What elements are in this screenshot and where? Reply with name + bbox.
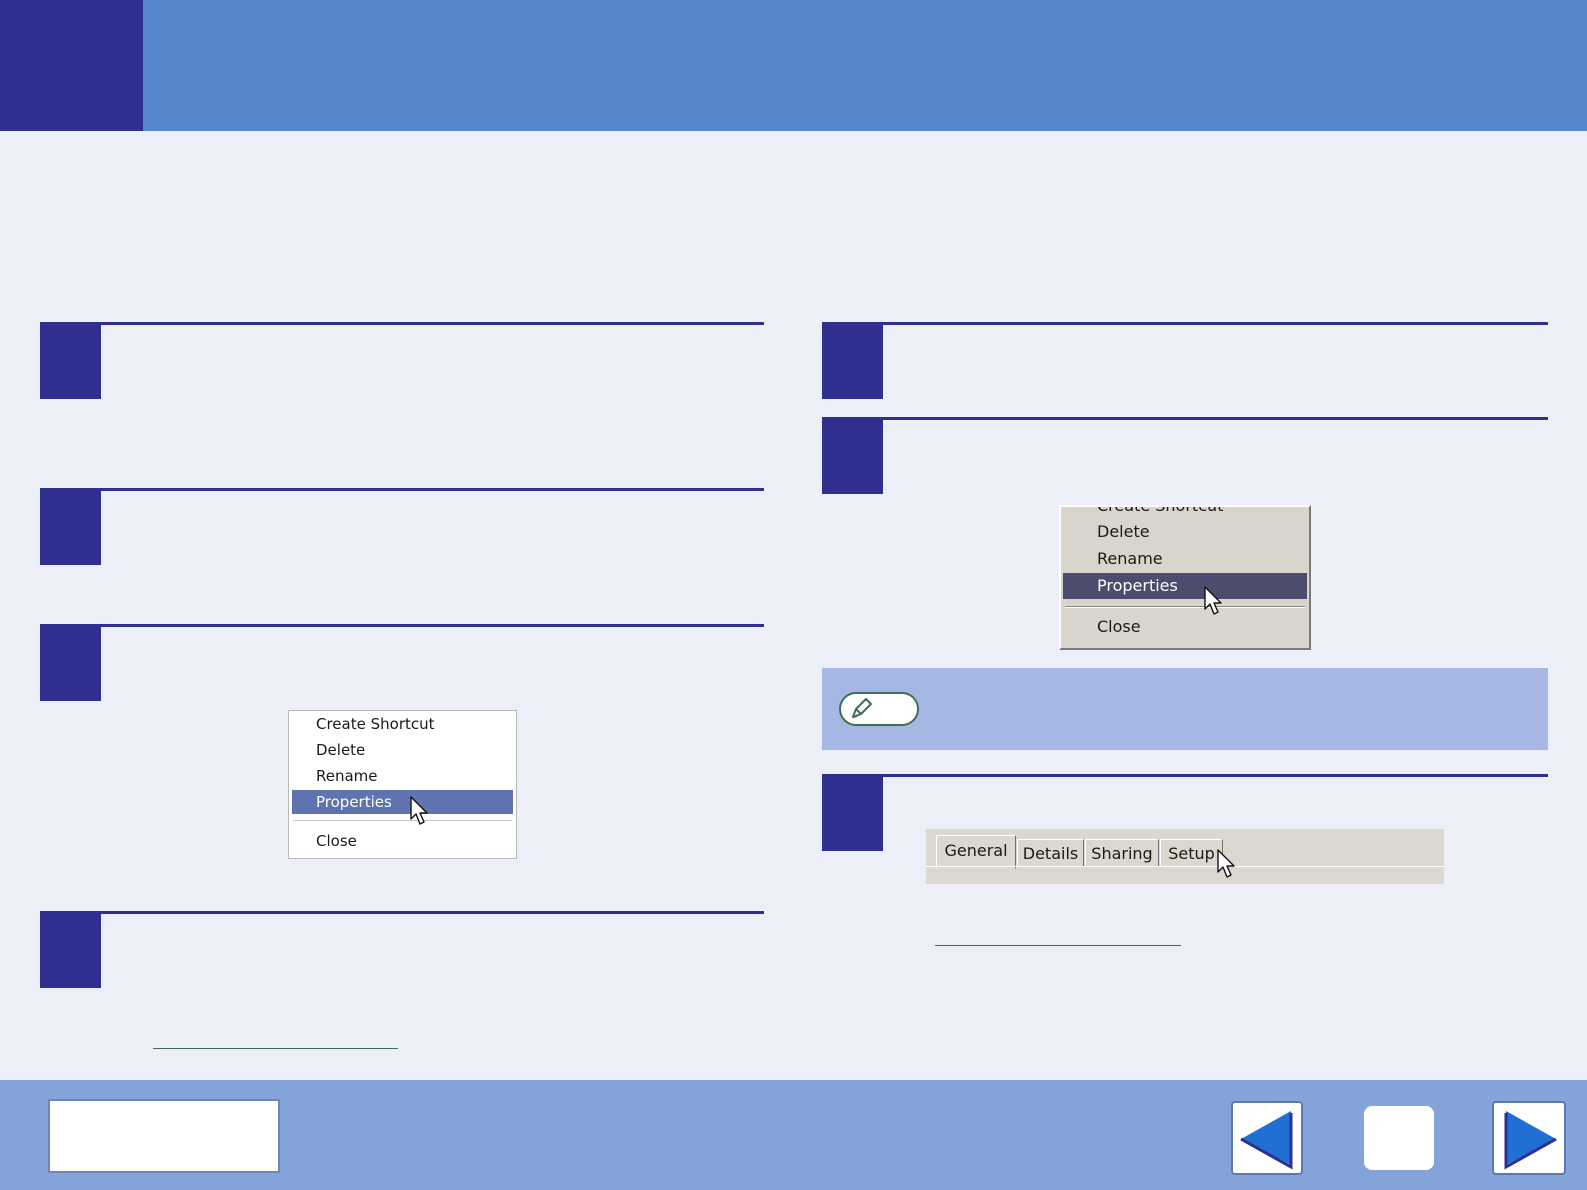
menu-item-close[interactable]: Close (289, 829, 516, 853)
step-divider (822, 417, 1548, 420)
step-divider (40, 322, 764, 325)
menu-item-create-shortcut[interactable]: Create Shortcut (1061, 507, 1309, 519)
header-bar (0, 0, 1587, 131)
step-number-box (822, 775, 883, 851)
home-button[interactable] (1364, 1106, 1434, 1170)
tab-sharing[interactable]: Sharing (1085, 839, 1159, 867)
step-number-box (822, 418, 883, 494)
step-number-box (40, 912, 101, 988)
previous-page-button[interactable] (1231, 1101, 1303, 1175)
step-number-box (40, 625, 101, 701)
contents-button[interactable] (48, 1099, 280, 1173)
context-menu: Create Shortcut Delete Rename Properties… (288, 710, 517, 859)
step-divider (40, 488, 764, 491)
menu-item-create-shortcut[interactable]: Create Shortcut (289, 712, 516, 736)
header-accent-block (0, 0, 143, 131)
step-number-box (40, 489, 101, 565)
step-divider (40, 624, 764, 627)
mouse-pointer-icon (410, 796, 428, 825)
context-menu: Create Shortcut Delete Rename Properties… (1059, 505, 1311, 650)
menu-item-properties[interactable]: Properties (1063, 573, 1307, 599)
arrow-right-icon (1504, 1111, 1557, 1170)
tab-setup[interactable]: Setup (1160, 839, 1223, 867)
menu-separator (1065, 606, 1305, 608)
step-number-box (40, 323, 101, 399)
step-number-box (822, 323, 883, 399)
reference-link[interactable] (935, 945, 1181, 946)
menu-item-rename[interactable]: Rename (289, 764, 516, 788)
menu-item-properties[interactable]: Properties (292, 790, 513, 814)
arrow-left-icon (1240, 1111, 1293, 1170)
menu-item-delete[interactable]: Delete (1061, 519, 1309, 545)
menu-item-delete[interactable]: Delete (289, 738, 516, 762)
mouse-pointer-icon (1217, 849, 1235, 878)
note-bar (822, 668, 1548, 750)
step-divider (40, 911, 764, 914)
menu-separator (293, 820, 512, 821)
note-badge (839, 692, 919, 726)
mouse-pointer-icon (1204, 586, 1222, 615)
menu-item-rename[interactable]: Rename (1061, 546, 1309, 572)
next-page-button[interactable] (1492, 1101, 1566, 1175)
pencil-icon (852, 698, 872, 718)
reference-link[interactable] (153, 1048, 398, 1049)
step-divider (822, 774, 1548, 777)
properties-tab-strip: General Details Sharing Setup (926, 829, 1444, 884)
tab-details[interactable]: Details (1017, 839, 1084, 867)
step-divider (822, 322, 1548, 325)
tab-general[interactable]: General (936, 835, 1016, 869)
menu-item-close[interactable]: Close (1061, 614, 1309, 640)
tab-baseline (926, 866, 1444, 867)
